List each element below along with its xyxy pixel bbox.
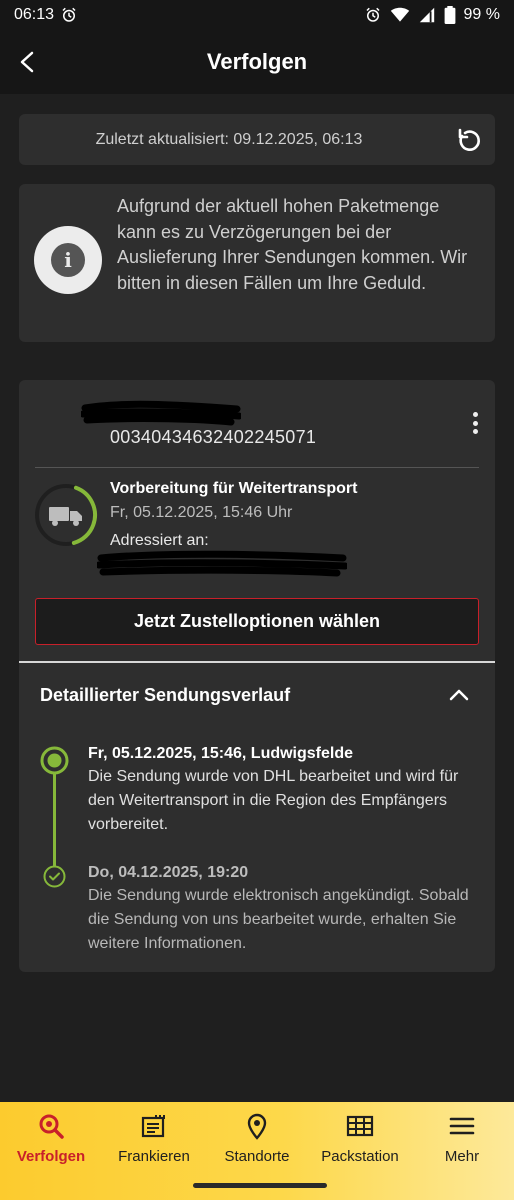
alarm-icon (60, 6, 78, 24)
status-time: 06:13 (14, 6, 55, 23)
timeline-line (53, 758, 56, 876)
nav-label: Standorte (224, 1148, 290, 1165)
history-event-title: Do, 04.12.2025, 19:20 (88, 864, 249, 881)
nav-item-packstation[interactable]: Packstation (310, 1112, 410, 1165)
stamp-icon (141, 1115, 165, 1138)
battery-level: 99 % (463, 6, 500, 23)
redacted-recipient (97, 550, 347, 577)
history-event: Fr, 05.12.2025, 15:46, Ludwigsfelde Die … (88, 743, 478, 837)
history-header[interactable]: Detaillierter Sendungsverlauf (19, 663, 495, 727)
shipment-status-date: Fr, 05.12.2025, 15:46 Uhr (110, 504, 293, 521)
history-event: Do, 04.12.2025, 19:20 Die Sendung wurde … (88, 862, 478, 956)
nav-item-verfolgen[interactable]: Verfolgen (1, 1112, 101, 1165)
app-bar: Verfolgen (0, 30, 514, 94)
info-icon: i (34, 226, 102, 294)
nav-label: Mehr (444, 1148, 480, 1165)
nav-label: Verfolgen (16, 1148, 86, 1165)
home-indicator[interactable] (193, 1183, 327, 1188)
nav-item-mehr[interactable]: Mehr (412, 1112, 512, 1165)
shipment-card: 00340434632402245071 Vorbereitung für We… (19, 380, 495, 972)
alarm-icon (364, 6, 382, 24)
location-pin-icon (247, 1113, 267, 1140)
menu-icon (449, 1117, 475, 1135)
history-event-text: Die Sendung wurde von DHL bearbeitet und… (88, 768, 459, 833)
signal-icon (418, 6, 436, 24)
timeline-current-dot-icon (40, 746, 69, 775)
info-notice: i Aufgrund der aktuell hohen Paketmenge … (19, 184, 495, 342)
delivery-options-button[interactable]: Jetzt Zustelloptionen wählen (35, 598, 479, 645)
search-icon (39, 1114, 64, 1139)
history-title: Detaillierter Sendungsverlauf (40, 684, 291, 705)
shipment-status-title: Vorbereitung für Weitertransport (110, 480, 358, 497)
packstation-icon (346, 1115, 374, 1137)
redacted-shipment-name (81, 400, 241, 426)
more-options-icon[interactable] (465, 410, 485, 436)
back-arrow-icon[interactable] (14, 48, 42, 76)
last-updated-text: Zuletzt aktualisiert: 09.12.2025, 06:13 (95, 130, 363, 148)
last-updated-bar: Zuletzt aktualisiert: 09.12.2025, 06:13 (19, 114, 495, 165)
divider (35, 467, 479, 468)
battery-icon (444, 6, 456, 24)
history-event-title: Fr, 05.12.2025, 15:46, Ludwigsfelde (88, 745, 354, 762)
nav-label: Frankieren (118, 1148, 190, 1165)
truck-progress-icon (35, 484, 97, 546)
chevron-up-icon[interactable] (447, 683, 471, 707)
refresh-icon[interactable] (455, 126, 483, 154)
nav-label: Packstation (321, 1148, 399, 1165)
nav-item-standorte[interactable]: Standorte (207, 1112, 307, 1165)
wifi-icon (390, 6, 410, 24)
info-text: Aufgrund der aktuell hohen Paketmenge ka… (117, 196, 468, 293)
timeline-check-icon (43, 865, 66, 888)
history-event-text: Die Sendung wurde elektronisch angekündi… (88, 887, 469, 952)
page-title: Verfolgen (206, 49, 308, 74)
tracking-number: 00340434632402245071 (110, 427, 317, 447)
status-bar: 06:13 99 % (0, 0, 514, 30)
nav-item-frankieren[interactable]: Frankieren (104, 1112, 204, 1165)
